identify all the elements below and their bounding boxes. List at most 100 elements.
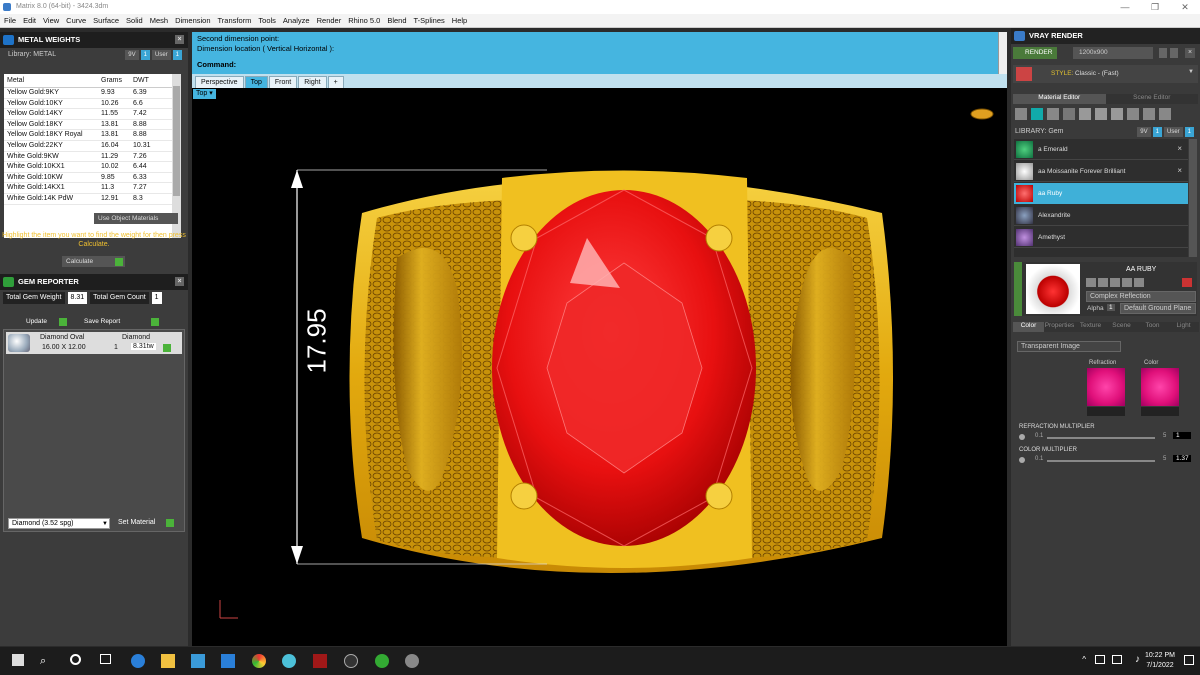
material-item[interactable]: Amethyst (1014, 227, 1188, 248)
refraction-multiplier-slider[interactable] (1047, 437, 1155, 439)
store-icon[interactable] (191, 654, 205, 668)
tab-toon[interactable]: Toon (1137, 322, 1168, 332)
metal-user-button[interactable]: User (151, 50, 171, 60)
tab-light[interactable]: Light (1168, 322, 1199, 332)
app-icon[interactable] (405, 654, 419, 668)
column-header-dwt[interactable]: DWT (130, 74, 172, 87)
material-item[interactable]: Alexandrite (1014, 205, 1188, 226)
image-mode-select[interactable]: Transparent Image (1017, 341, 1121, 352)
table-row[interactable]: White Gold:9KW 11.29 7.26 (4, 152, 172, 163)
menu-edit[interactable]: Edit (23, 16, 36, 25)
play-icon[interactable] (166, 519, 174, 527)
drop-icon[interactable] (1015, 108, 1027, 120)
task-view-icon[interactable] (100, 654, 111, 664)
search-icon[interactable]: ⌕ (40, 654, 54, 668)
style-row[interactable]: STYLE: Classic - (Fast) ▼ (1013, 65, 1198, 83)
column-header-grams[interactable]: Grams (98, 74, 130, 87)
table-row[interactable]: White Gold:10KW 9.85 6.33 (4, 173, 172, 184)
table-row[interactable]: Yellow Gold:18KY 13.81 8.88 (4, 120, 172, 131)
menu-dimension[interactable]: Dimension (175, 16, 210, 25)
app-icon[interactable] (313, 654, 327, 668)
maximize-button[interactable]: ❐ (1140, 0, 1170, 14)
command-scrollbar[interactable] (998, 32, 1007, 74)
gem-icon[interactable] (1031, 108, 1043, 120)
volume-icon[interactable]: ♪ (1135, 654, 1140, 665)
edge-icon[interactable] (131, 654, 145, 668)
tab-color[interactable]: Color (1013, 322, 1044, 332)
library-user-button[interactable]: User (1163, 127, 1183, 137)
library-9v-button[interactable]: 9V (1137, 127, 1151, 137)
table-row[interactable]: Yellow Gold:18KY Royal 13.81 8.88 (4, 130, 172, 141)
close-icon[interactable]: × (1185, 48, 1195, 58)
ground-select[interactable]: Default Ground Plane (1120, 303, 1196, 314)
table-row[interactable]: Yellow Gold:22KY 16.04 10.31 (4, 141, 172, 152)
expand-icon[interactable] (1014, 262, 1022, 316)
menu-render[interactable]: Render (317, 16, 342, 25)
metal-9v-button[interactable]: 9V (125, 50, 139, 60)
play-icon[interactable] (163, 344, 171, 352)
refraction-swatch[interactable] (1087, 368, 1125, 406)
sphere-icon[interactable] (1063, 108, 1075, 120)
render-button[interactable]: RENDER (1013, 47, 1057, 59)
resolution-field[interactable]: 1200x900 (1073, 47, 1153, 59)
metal-user-toggle[interactable]: 1 (172, 50, 182, 60)
grid-icon[interactable] (1111, 108, 1123, 120)
close-icon[interactable]: × (1177, 144, 1182, 153)
light-icon[interactable] (1159, 108, 1171, 120)
preview-mode-icon[interactable] (1098, 278, 1108, 287)
texture-icon[interactable] (1079, 108, 1091, 120)
table-row[interactable]: Yellow Gold:10KY 10.26 6.6 (4, 99, 172, 110)
next-icon[interactable] (1170, 48, 1178, 58)
reflection-select[interactable]: Complex Reflection (1086, 291, 1196, 302)
library-user-toggle[interactable]: 1 (1184, 127, 1194, 137)
metal-icon[interactable] (1047, 108, 1059, 120)
color-multiplier-slider[interactable] (1047, 460, 1155, 462)
close-icon[interactable]: × (175, 35, 184, 44)
chrome-icon[interactable] (252, 654, 266, 668)
pattern-icon[interactable] (1095, 108, 1107, 120)
prev-icon[interactable] (1159, 48, 1167, 58)
gear-icon[interactable] (1019, 434, 1025, 440)
app-icon[interactable] (375, 654, 389, 668)
add-tab-icon[interactable]: + (327, 76, 344, 88)
network-icon[interactable] (1095, 655, 1105, 664)
tab-perspective[interactable]: Perspective (195, 76, 244, 88)
column-header-metal[interactable]: Metal (4, 74, 98, 87)
menu-rhino[interactable]: Rhino 5.0 (348, 16, 380, 25)
display-icon[interactable] (1112, 655, 1122, 664)
menu-analyze[interactable]: Analyze (283, 16, 310, 25)
material-select[interactable]: Diamond (3.52 spg) ▼ (8, 518, 110, 529)
viewport-label[interactable]: Top ▾ (193, 89, 216, 99)
tab-top[interactable]: Top (244, 76, 268, 88)
save-icon[interactable] (1127, 108, 1139, 120)
update-button[interactable]: Update (22, 316, 70, 327)
command-prompt[interactable]: Command: (197, 60, 236, 69)
gear-icon[interactable] (1019, 457, 1025, 463)
tab-front[interactable]: Front (268, 76, 298, 88)
menu-transform[interactable]: Transform (218, 16, 252, 25)
set-material-label[interactable]: Set Material (118, 519, 155, 526)
menu-file[interactable]: File (4, 16, 16, 25)
file-explorer-icon[interactable] (161, 654, 175, 668)
tab-properties[interactable]: Properties (1044, 322, 1075, 332)
refresh-icon[interactable] (1182, 278, 1192, 287)
clock-time[interactable]: 10:22 PM (1142, 652, 1178, 659)
notification-icon[interactable] (1184, 655, 1194, 665)
tab-scene-editor[interactable]: Scene Editor (1105, 94, 1198, 104)
cortana-icon[interactable] (70, 654, 81, 665)
app-icon[interactable] (344, 654, 358, 668)
tab-material-editor[interactable]: Material Editor (1013, 94, 1106, 104)
menu-surface[interactable]: Surface (93, 16, 119, 25)
table-row[interactable]: White Gold:14K PdW 12.91 8.3 (4, 194, 172, 205)
material-item[interactable]: a Emerald × (1014, 139, 1188, 160)
material-item[interactable]: aa Moissanite Forever Brilliant × (1014, 161, 1188, 182)
save-report-button[interactable]: Save Report (80, 316, 162, 327)
refraction-multiplier-value[interactable]: 1 (1173, 432, 1191, 439)
chevron-up-icon[interactable]: ^ (1082, 655, 1086, 664)
tab-scene[interactable]: Scene (1106, 322, 1137, 332)
app-icon[interactable] (282, 654, 296, 668)
material-list-scrollbar[interactable] (1189, 139, 1197, 257)
preview-mode-icon[interactable] (1086, 278, 1096, 287)
menu-blend[interactable]: Blend (387, 16, 406, 25)
menu-help[interactable]: Help (452, 16, 467, 25)
